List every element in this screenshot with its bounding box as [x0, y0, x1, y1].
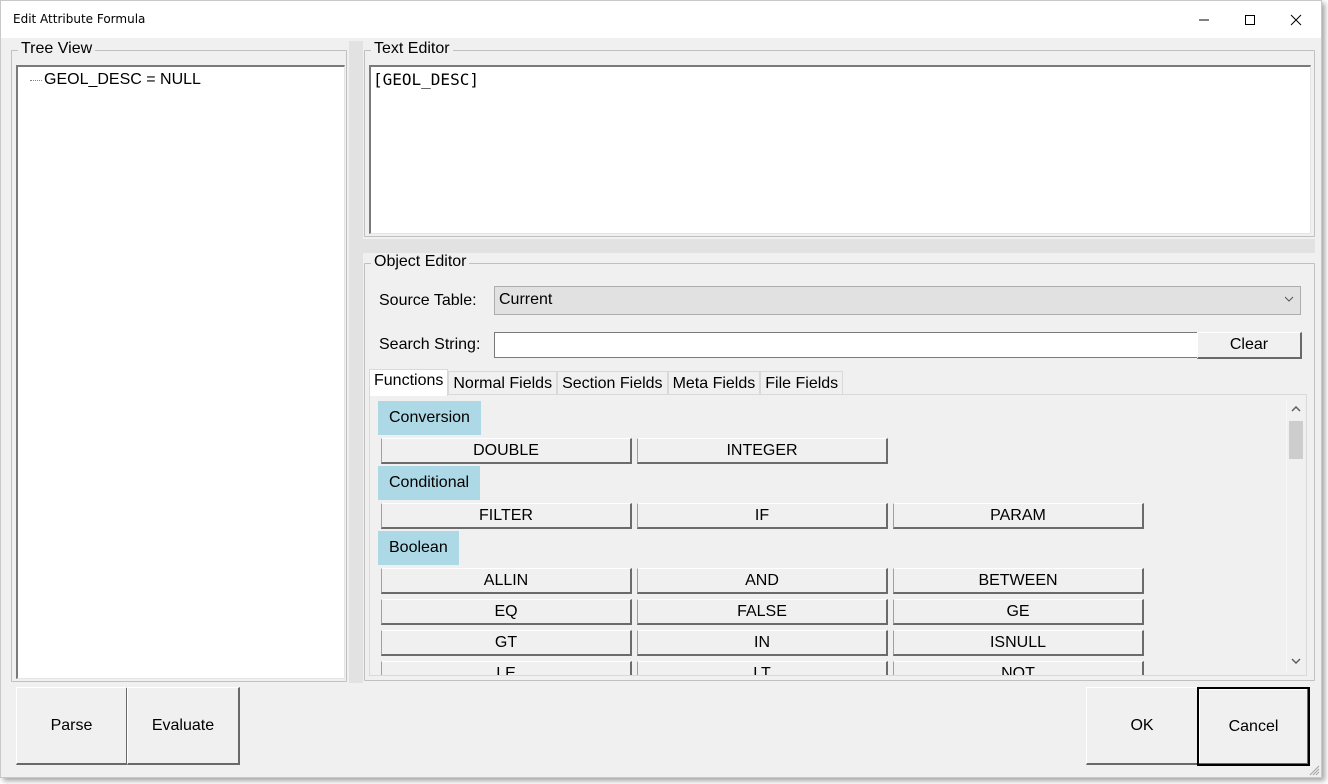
category-label: Conditional: [389, 474, 470, 491]
maximize-button[interactable]: [1227, 1, 1273, 38]
object-editor-label: Object Editor: [371, 253, 470, 271]
scroll-up-button[interactable]: [1287, 401, 1305, 417]
function-button-isnull[interactable]: ISNULL: [893, 630, 1144, 656]
function-button-gt[interactable]: GT: [381, 630, 632, 656]
function-button-eq[interactable]: EQ: [381, 599, 632, 625]
resize-grip-icon[interactable]: [1308, 764, 1320, 776]
function-button-not[interactable]: NOT: [893, 661, 1144, 676]
function-button-filter[interactable]: FILTER: [381, 503, 632, 529]
source-table-value: Current: [499, 291, 553, 308]
category-label: Boolean: [389, 539, 448, 556]
function-label: EQ: [494, 602, 518, 620]
tree-view-group: Tree View GEOL_DESC = NULL: [11, 40, 347, 682]
evaluate-button-label: Evaluate: [151, 716, 215, 734]
function-button-integer[interactable]: INTEGER: [637, 438, 888, 464]
tree-view[interactable]: GEOL_DESC = NULL: [16, 65, 345, 679]
tab-meta-fields[interactable]: Meta Fields: [667, 371, 761, 395]
function-label: PARAM: [990, 506, 1046, 524]
function-label: INTEGER: [726, 441, 798, 459]
scrollbar-thumb[interactable]: [1289, 421, 1303, 459]
search-string-label: Search String:: [379, 336, 481, 353]
vertical-splitter[interactable]: [349, 41, 363, 683]
category-label: Conversion: [389, 409, 470, 426]
formula-text-editor[interactable]: [GEOL_DESC]: [369, 65, 1311, 234]
scroll-down-button[interactable]: [1287, 653, 1305, 669]
function-label: BETWEEN: [978, 571, 1058, 589]
function-label: AND: [745, 571, 779, 589]
ok-button[interactable]: OK: [1086, 687, 1199, 765]
function-label: ISNULL: [989, 633, 1047, 651]
functions-scrollbar[interactable]: [1286, 399, 1304, 671]
function-button-ge[interactable]: GE: [893, 599, 1144, 625]
evaluate-button[interactable]: Evaluate: [127, 687, 240, 765]
function-button-param[interactable]: PARAM: [893, 503, 1144, 529]
tab-functions[interactable]: Functions: [369, 369, 449, 396]
cancel-button-label: Cancel: [1228, 717, 1279, 735]
function-label: IF: [754, 506, 770, 524]
function-button-in[interactable]: IN: [637, 630, 888, 656]
function-button-if[interactable]: IF: [637, 503, 888, 529]
tab-label: Functions: [374, 372, 444, 389]
title-bar: Edit Attribute Formula: [1, 1, 1321, 38]
function-label: NOT: [1001, 664, 1035, 676]
source-table-dropdown[interactable]: Current: [494, 286, 1301, 315]
tab-label: Section Fields: [562, 375, 663, 392]
function-label: LE: [496, 664, 516, 676]
object-tabs: Functions Normal Fields Section Fields M…: [369, 369, 844, 396]
function-label: GT: [494, 633, 518, 651]
function-label: LT: [753, 664, 771, 676]
tree-view-label: Tree View: [18, 40, 96, 58]
function-button-and[interactable]: AND: [637, 568, 888, 594]
minimize-icon: [1199, 19, 1209, 20]
tree-node[interactable]: GEOL_DESC = NULL: [30, 71, 201, 89]
text-editor-group: Text Editor [GEOL_DESC]: [364, 40, 1315, 237]
chevron-up-icon: [1291, 406, 1301, 412]
horizontal-splitter[interactable]: [363, 239, 1315, 253]
ok-button-label: OK: [1130, 716, 1154, 734]
cancel-button[interactable]: Cancel: [1197, 687, 1310, 766]
maximize-icon: [1245, 14, 1255, 25]
function-label: FILTER: [479, 506, 533, 524]
clear-button[interactable]: Clear: [1197, 332, 1302, 359]
function-button-false[interactable]: FALSE: [637, 599, 888, 625]
function-label: DOUBLE: [473, 441, 539, 459]
search-string-input[interactable]: [494, 332, 1198, 358]
function-label: IN: [754, 633, 770, 651]
formula-text: [GEOL_DESC]: [373, 70, 479, 89]
tree-connector: [30, 79, 42, 81]
category-conditional: Conditional: [378, 466, 481, 500]
tab-file-fields[interactable]: File Fields: [760, 371, 844, 395]
tab-normal-fields[interactable]: Normal Fields: [448, 371, 558, 395]
tab-label: File Fields: [765, 375, 839, 392]
functions-panel: Conversion DOUBLE INTEGER Conditional FI…: [369, 394, 1307, 676]
source-table-label: Source Table:: [379, 292, 477, 309]
function-button-lt[interactable]: LT: [637, 661, 888, 676]
window-title: Edit Attribute Formula: [13, 12, 146, 26]
minimize-button[interactable]: [1181, 1, 1227, 38]
parse-button-label: Parse: [50, 716, 93, 734]
function-button-between[interactable]: BETWEEN: [893, 568, 1144, 594]
parse-button[interactable]: Parse: [16, 687, 128, 765]
tab-section-fields[interactable]: Section Fields: [557, 371, 668, 395]
close-button[interactable]: [1273, 1, 1319, 38]
category-conversion: Conversion: [378, 401, 481, 435]
function-button-double[interactable]: DOUBLE: [381, 438, 632, 464]
clear-button-label: Clear: [1229, 336, 1269, 353]
close-icon: [1290, 14, 1302, 25]
function-label: GE: [1006, 602, 1030, 620]
chevron-down-icon: [1291, 658, 1301, 664]
text-editor-label: Text Editor: [371, 40, 453, 58]
tab-label: Normal Fields: [453, 375, 553, 392]
function-label: ALLIN: [483, 571, 529, 589]
function-button-allin[interactable]: ALLIN: [381, 568, 632, 594]
category-boolean: Boolean: [378, 531, 459, 565]
tree-node-label: GEOL_DESC = NULL: [44, 71, 201, 88]
function-label: FALSE: [737, 602, 787, 620]
function-button-le[interactable]: LE: [381, 661, 632, 676]
edit-attribute-formula-dialog: Edit Attribute Formula Tree View GEOL_DE…: [0, 0, 1322, 778]
chevron-down-icon: [1284, 296, 1294, 302]
tab-label: Meta Fields: [672, 375, 756, 392]
